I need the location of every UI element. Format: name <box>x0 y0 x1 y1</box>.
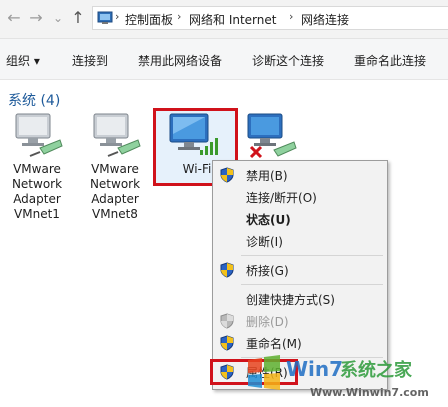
back-button[interactable]: ← <box>4 8 24 28</box>
error-x-icon <box>249 145 263 159</box>
address-box[interactable]: › 控制面板 › 网络和 Internet › 网络连接 <box>92 6 448 30</box>
breadcrumb-control-panel[interactable]: 控制面板 <box>125 11 173 28</box>
uac-shield-icon <box>220 335 234 351</box>
menu-item-label: 创建快捷方式(S) <box>246 293 335 307</box>
menu-item-create-shortcut[interactable]: 创建快捷方式(S) <box>213 288 385 310</box>
menu-item-label: 删除(D) <box>246 315 289 329</box>
uac-shield-icon <box>220 167 234 183</box>
menu-item-label: 状态(U) <box>246 213 291 227</box>
menu-item-connect-disconnect[interactable]: 连接/断开(O) <box>213 186 385 208</box>
menu-item-bridge[interactable]: 桥接(G) <box>213 259 385 281</box>
organize-label: 组织 <box>6 54 31 68</box>
forward-button[interactable]: → <box>26 8 46 28</box>
recent-locations-button[interactable]: ⌄ <box>48 8 68 28</box>
breadcrumb-separator: › <box>289 10 294 23</box>
up-button[interactable]: ↑ <box>68 8 88 28</box>
menu-item-label: 桥接(G) <box>246 264 289 278</box>
group-title: 系统 (4) <box>8 93 61 109</box>
rename-connection-button[interactable]: 重命名此连接 <box>354 52 426 69</box>
svg-text:系统之家: 系统之家 <box>340 359 413 381</box>
menu-item-diagnose[interactable]: 诊断(I) <box>213 230 385 252</box>
address-bar: ← → ⌄ ↑ › 控制面板 › 网络和 Internet › 网络连接 <box>0 0 448 39</box>
organize-button[interactable]: 组织 ▾ <box>6 52 40 69</box>
network-adapter-icon <box>88 110 142 163</box>
svg-text:Www.Winwin7.com: Www.Winwin7.com <box>310 386 429 399</box>
breadcrumb-separator: › <box>115 10 120 23</box>
adapter-label: VMware Network Adapter VMnet8 <box>89 162 141 221</box>
diagnose-connection-button[interactable]: 诊断这个连接 <box>252 52 324 69</box>
svg-text:Win7: Win7 <box>286 357 343 381</box>
breadcrumb-network-connections[interactable]: 网络连接 <box>301 11 349 28</box>
menu-item-label: 连接/断开(O) <box>246 191 317 205</box>
command-bar: 组织 ▾ 连接到 禁用此网络设备 诊断这个连接 重命名此连接 <box>0 39 448 80</box>
breadcrumb-network-internet[interactable]: 网络和 Internet <box>189 11 276 28</box>
uac-shield-icon <box>220 313 234 329</box>
menu-item-label: 禁用(B) <box>246 169 288 183</box>
breadcrumb-separator: › <box>177 10 182 23</box>
menu-item-disable[interactable]: 禁用(B) <box>213 164 385 186</box>
connect-to-button[interactable]: 连接到 <box>72 52 108 69</box>
watermark-logo: Win7 系统之家 Www.Winwin7.com <box>240 350 448 404</box>
menu-divider <box>241 284 383 285</box>
adapter-label: VMware Network Adapter VMnet1 <box>11 162 63 221</box>
control-panel-icon <box>97 11 113 24</box>
network-adapter-icon <box>10 110 64 163</box>
menu-divider <box>241 255 383 256</box>
chevron-down-icon: ▾ <box>33 54 40 68</box>
menu-item-label: 诊断(I) <box>246 235 283 249</box>
disable-device-button[interactable]: 禁用此网络设备 <box>138 52 222 69</box>
wifi-adapter-icon <box>166 112 222 161</box>
menu-item-status[interactable]: 状态(U) <box>213 208 385 230</box>
menu-item-delete: 删除(D) <box>213 310 385 332</box>
uac-shield-icon <box>220 262 234 278</box>
